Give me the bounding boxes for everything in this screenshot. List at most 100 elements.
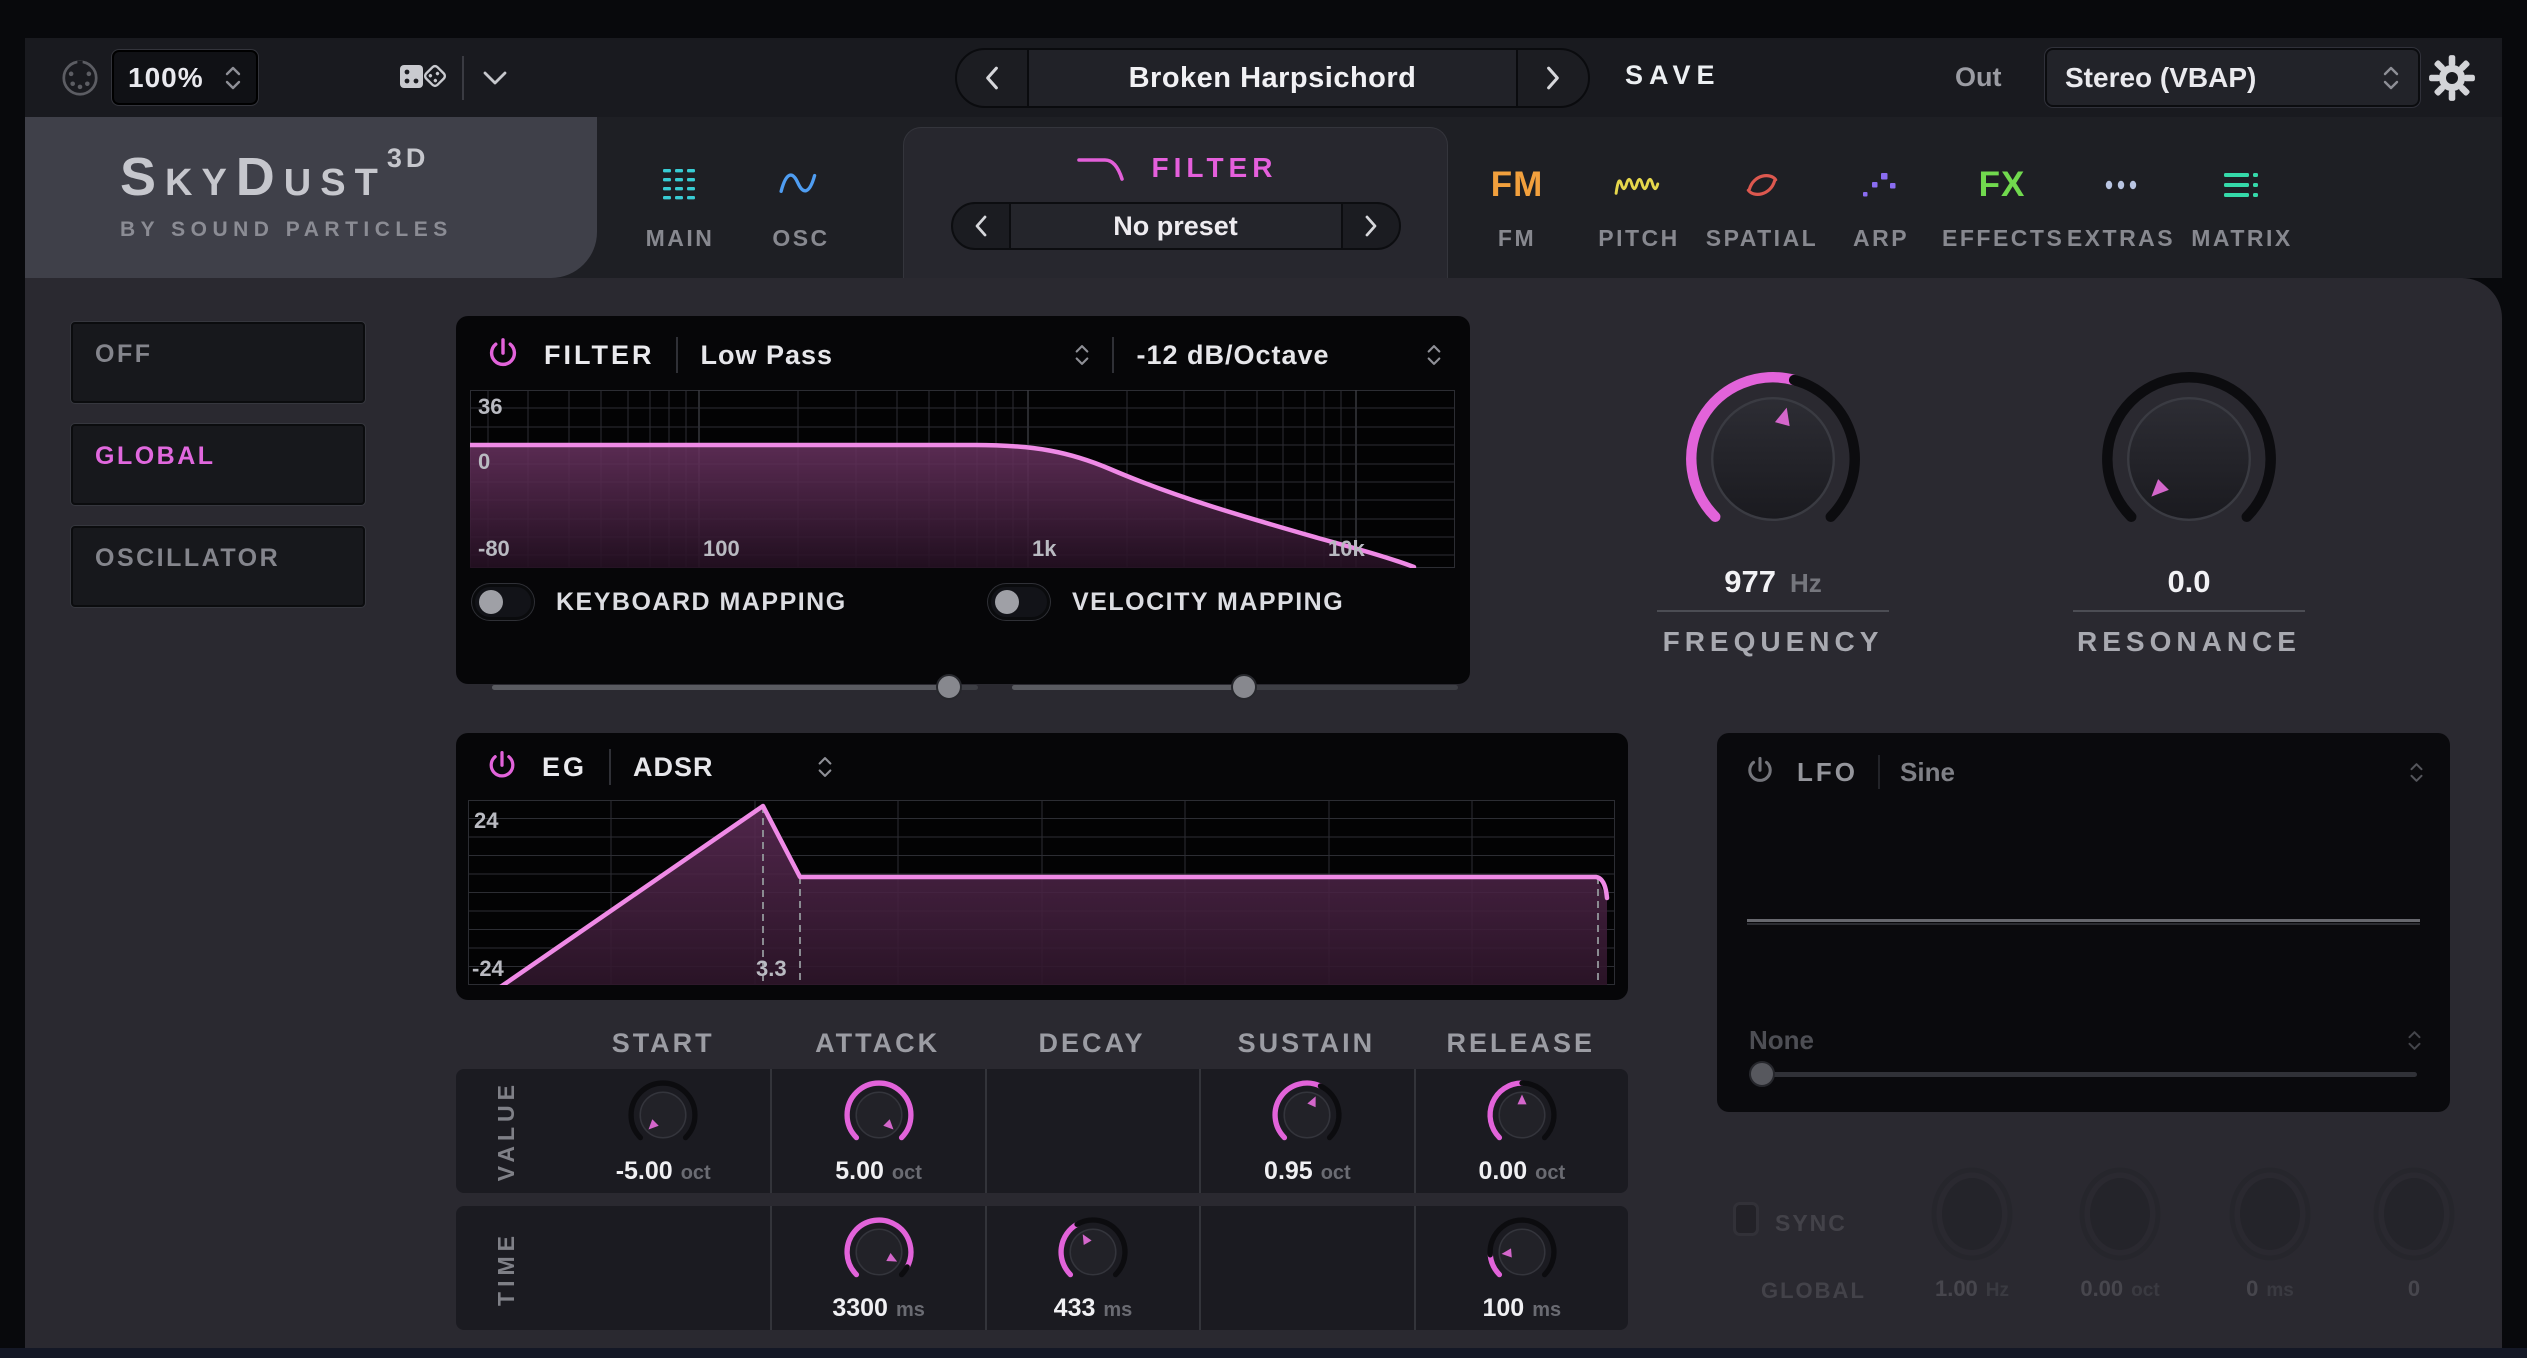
tab-matrix[interactable]: MATRIX xyxy=(2182,159,2302,252)
lfo-shape-value: Sine xyxy=(1900,757,1955,788)
tab-extras[interactable]: EXTRAS xyxy=(2061,159,2181,252)
velocity-mapping-toggle[interactable] xyxy=(988,584,1050,620)
underline xyxy=(1657,610,1889,612)
lfo-depth-knob[interactable] xyxy=(2075,1164,2165,1264)
lfo-delay-unit: ms xyxy=(2266,1280,2293,1301)
output-label: Out xyxy=(1955,62,2002,93)
lfo-target-select[interactable]: None xyxy=(1749,1025,2422,1056)
sustain-value[interactable]: 0.95 xyxy=(1264,1157,1313,1185)
stepper-chevrons-icon[interactable] xyxy=(1074,343,1090,367)
stepper-chevrons-icon[interactable] xyxy=(1426,343,1442,367)
sidebar-item-global[interactable]: GLOBAL xyxy=(71,424,365,505)
preset-prev-button[interactable] xyxy=(957,50,1027,106)
lfo-delay-value[interactable]: 0 xyxy=(2246,1276,2258,1301)
lfo-extra-value[interactable]: 0 xyxy=(2408,1276,2420,1301)
attack-time-value[interactable]: 3300 xyxy=(832,1294,888,1322)
eg-power-icon[interactable] xyxy=(484,749,520,785)
tab-main-label: MAIN xyxy=(620,225,740,252)
keyboard-mapping-slider[interactable] xyxy=(492,674,978,700)
velocity-mapping-slider[interactable] xyxy=(1012,674,1458,700)
divider xyxy=(1112,337,1114,373)
settings-gear-icon[interactable] xyxy=(2428,54,2476,102)
stepper-chevrons-icon[interactable] xyxy=(224,65,242,91)
decay-value-cell xyxy=(985,1069,1199,1193)
zoom-level-value: 100% xyxy=(128,62,204,94)
pitch-wave-icon xyxy=(1579,159,1699,211)
zoom-level-stepper[interactable]: 100% xyxy=(112,50,258,105)
filter-type-select[interactable]: Low Pass xyxy=(700,340,1090,371)
lfo-delay-value-row: 0 ms xyxy=(2190,1276,2350,1302)
attack-value[interactable]: 5.00 xyxy=(835,1157,884,1185)
slider-thumb[interactable] xyxy=(936,674,962,700)
attack-time-knob[interactable] xyxy=(841,1214,917,1290)
decay-time-knob[interactable] xyxy=(1055,1214,1131,1290)
lfo-rate-knob[interactable] xyxy=(1927,1164,2017,1264)
adsr-value-row: VALUE -5.00oct 5.00oct xyxy=(456,1069,1628,1193)
stepper-chevrons-icon[interactable] xyxy=(2409,761,2424,784)
slider-thumb[interactable] xyxy=(1749,1061,1775,1087)
lfo-extra-knob[interactable] xyxy=(2369,1164,2459,1264)
menu-chevron-down-icon[interactable] xyxy=(483,71,507,85)
lfo-amount-slider[interactable] xyxy=(1749,1061,2417,1087)
lfo-shape-select[interactable]: Sine xyxy=(1900,757,2424,788)
filter-response-graph[interactable]: 36 0 -80 100 1k 10k xyxy=(470,390,1455,568)
filter-preset-name[interactable]: No preset xyxy=(1009,204,1343,248)
release-value-knob[interactable] xyxy=(1484,1077,1560,1153)
stepper-chevrons-icon[interactable] xyxy=(2382,65,2400,91)
sidebar-item-oscillator[interactable]: OSCILLATOR xyxy=(71,526,365,607)
attack-time-cell: 3300ms xyxy=(770,1206,984,1330)
tab-pitch[interactable]: PITCH xyxy=(1579,159,1699,252)
release-time-knob[interactable] xyxy=(1484,1214,1560,1290)
start-value-unit: oct xyxy=(681,1162,711,1184)
filter-power-icon[interactable] xyxy=(484,336,522,374)
frequency-knob[interactable] xyxy=(1678,364,1868,554)
resonance-value[interactable]: 0.0 xyxy=(2167,564,2210,600)
time-row-label: TIME xyxy=(493,1231,520,1306)
eg-mode-value: ADSR xyxy=(633,752,714,783)
tab-arp-label: ARP xyxy=(1821,225,1941,252)
lfo-delay-knob[interactable] xyxy=(2225,1164,2315,1264)
release-time-value[interactable]: 100 xyxy=(1482,1294,1524,1322)
filter-preset-prev-button[interactable] xyxy=(953,204,1009,248)
tab-filter-active[interactable]: FILTER No preset xyxy=(903,127,1448,278)
save-button[interactable]: SAVE xyxy=(1625,60,1721,91)
start-value[interactable]: -5.00 xyxy=(616,1157,673,1185)
preset-name-field[interactable]: Broken Harpsichord xyxy=(1027,50,1518,106)
lfo-rate-value[interactable]: 1.00 xyxy=(1935,1276,1978,1301)
tab-fm[interactable]: FM FM xyxy=(1457,159,1577,252)
lfo-sync-checkbox[interactable] xyxy=(1733,1202,1759,1236)
eg-ytick-top: 24 xyxy=(474,808,498,834)
eg-envelope-graph[interactable]: 24 -24 3.3 xyxy=(468,800,1615,985)
output-select[interactable]: Stereo (VBAP) xyxy=(2045,48,2420,107)
stepper-chevrons-icon[interactable] xyxy=(2407,1029,2422,1052)
resonance-knob[interactable] xyxy=(2094,364,2284,554)
sustain-value-knob[interactable] xyxy=(1269,1077,1345,1153)
attack-value-knob[interactable] xyxy=(841,1077,917,1153)
filter-ytick-zero: 0 xyxy=(478,449,490,475)
tab-spatial[interactable]: SPATIAL xyxy=(1702,159,1822,252)
lfo-depth-value[interactable]: 0.00 xyxy=(2080,1276,2123,1301)
filter-preset-next-button[interactable] xyxy=(1343,204,1399,248)
sustain-value-unit: oct xyxy=(1321,1162,1351,1184)
tab-main[interactable]: MAIN xyxy=(620,159,740,252)
preset-next-button[interactable] xyxy=(1518,50,1588,106)
release-value[interactable]: 0.00 xyxy=(1478,1157,1527,1185)
keyboard-mapping-toggle[interactable] xyxy=(472,584,534,620)
start-value-knob[interactable] xyxy=(625,1077,701,1153)
tab-osc[interactable]: OSC xyxy=(741,159,861,252)
frequency-value[interactable]: 977 xyxy=(1724,564,1776,600)
tab-effects[interactable]: FX EFFECTS xyxy=(1942,159,2062,252)
release-time-cell: 100ms xyxy=(1414,1206,1628,1330)
eg-mode-select[interactable]: ADSR xyxy=(633,752,833,783)
filter-ytick-bottom: -80 xyxy=(478,536,510,562)
decay-time-value[interactable]: 433 xyxy=(1054,1294,1096,1322)
lfo-power-icon[interactable] xyxy=(1743,755,1777,789)
tab-arp[interactable]: ARP xyxy=(1821,159,1941,252)
stepper-chevrons-icon[interactable] xyxy=(817,755,833,779)
filter-slope-select[interactable]: -12 dB/Octave xyxy=(1136,340,1442,371)
slider-thumb[interactable] xyxy=(1231,674,1257,700)
resonance-knob-block: 0.0 RESONANCE xyxy=(2073,364,2305,658)
sidebar-item-off[interactable]: OFF xyxy=(71,322,365,403)
randomize-dice-icon[interactable] xyxy=(397,58,449,96)
lfo-dimmed-controls: SYNC GLOBAL 1.00Hz 0.00oct 0ms 0 xyxy=(1717,1160,2450,1340)
